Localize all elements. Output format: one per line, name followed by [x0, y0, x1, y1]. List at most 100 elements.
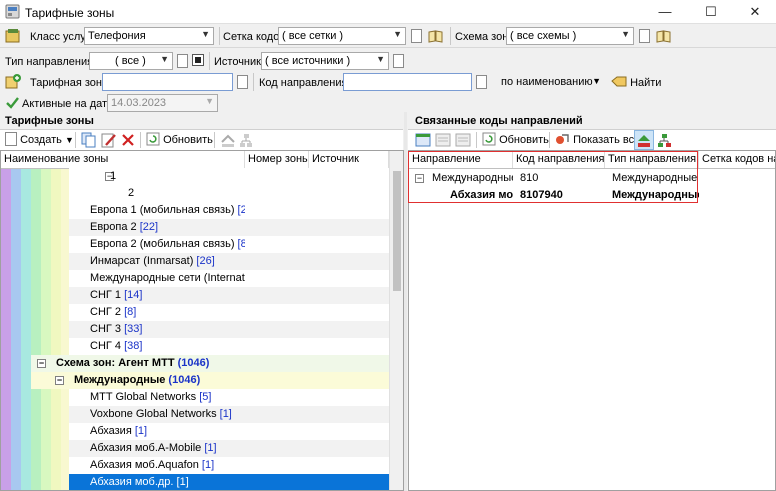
show-all-button[interactable]: Показать все: [555, 132, 640, 149]
tree-row[interactable]: Voxbone Global Networks [1]: [69, 406, 389, 423]
create-button[interactable]: Создать ▼: [5, 132, 74, 149]
document-icon[interactable]: [177, 54, 188, 68]
search-mode-dropdown[interactable]: по наименованию ▼: [496, 73, 604, 91]
tree-group-row[interactable]: − Схема зон: Агент МТТ (1046): [31, 355, 389, 372]
minimize-button[interactable]: —: [642, 0, 688, 24]
delete-icon[interactable]: [121, 133, 135, 147]
zone-count[interactable]: [33]: [121, 323, 142, 335]
find-button[interactable]: Найти: [609, 73, 662, 91]
search-mode-value: по наименованию: [501, 76, 593, 88]
book-icon[interactable]: [656, 29, 672, 43]
tree-row[interactable]: СНГ 1 [14]: [69, 287, 389, 304]
zone-count[interactable]: [38]: [121, 340, 142, 352]
right-refresh-button[interactable]: Обновить: [482, 132, 549, 149]
close-button[interactable]: ✕: [732, 0, 776, 24]
hierarchy-icon[interactable]: [239, 133, 253, 148]
zone-name: СНГ 1: [90, 289, 122, 301]
find-label: Найти: [630, 77, 662, 89]
zone-count[interactable]: [22]: [137, 221, 158, 233]
tree-row[interactable]: 2: [69, 185, 389, 202]
tree-row[interactable]: СНГ 3 [33]: [69, 321, 389, 338]
source-combo[interactable]: ( все источники ) ▼: [261, 52, 389, 70]
document-icon[interactable]: [411, 29, 422, 43]
tree-row[interactable]: Инмарсат (Inmarsat) [26]: [69, 253, 389, 270]
tree-row[interactable]: Абхазия [1]: [69, 423, 389, 440]
zone-name-cell: Абхазия [1]: [87, 423, 245, 440]
add-code-icon[interactable]: [415, 133, 431, 147]
tree-row[interactable]: MTT Global Networks [5]: [69, 389, 389, 406]
tree-row[interactable]: Европа 2 (мобильная связь) [83]: [69, 236, 389, 253]
chevron-down-icon: ▼: [201, 29, 210, 39]
move-up-icon[interactable]: [220, 133, 236, 148]
zone-scheme-combo[interactable]: ( все схемы ) ▼: [506, 27, 634, 45]
document-icon[interactable]: [393, 54, 404, 68]
tree-row[interactable]: Европа 1 (мобильная связь) [261]: [69, 202, 389, 219]
collapse-icon[interactable]: −: [37, 359, 46, 368]
panel-splitter[interactable]: [404, 112, 407, 491]
tree-row[interactable]: Абхазия моб.А-Mobile [1]: [69, 440, 389, 457]
zone-count[interactable]: [1]: [199, 459, 214, 471]
vertical-scrollbar[interactable]: [389, 151, 403, 490]
tree-structure-icon[interactable]: [657, 133, 672, 148]
zone-count[interactable]: [5]: [196, 391, 211, 403]
document-icon[interactable]: [476, 75, 487, 89]
code-grid-value: ( все сетки ): [282, 30, 344, 42]
column-header-number[interactable]: Номер зоны: [245, 151, 309, 168]
zone-name: Абхазия: [90, 425, 132, 437]
collapse-icon[interactable]: −: [55, 376, 64, 385]
delete-code-icon[interactable]: [455, 133, 471, 147]
zone-count[interactable]: (1046): [175, 357, 210, 369]
tariff-zone-input[interactable]: [102, 73, 233, 91]
column-header-code-grid[interactable]: Сетка кодов нап: [699, 151, 775, 168]
tree-row[interactable]: Международные сети (Internati...: [69, 270, 389, 287]
zone-name: Voxbone Global Networks: [90, 408, 217, 420]
zone-name-cell: Международные (1046): [71, 372, 245, 389]
tree-row[interactable]: Европа 2 [22]: [69, 219, 389, 236]
edit-code-icon[interactable]: [435, 133, 451, 147]
zone-count[interactable]: [14]: [121, 289, 142, 301]
zone-count[interactable]: [26]: [193, 255, 214, 267]
column-header-source[interactable]: Источник: [309, 151, 389, 168]
tree-row[interactable]: −1: [69, 168, 389, 185]
direction-type-combo[interactable]: ( все ) ▼: [89, 52, 173, 70]
tree-row[interactable]: Абхазия моб.др. [1]: [69, 474, 389, 490]
document-icon[interactable]: [237, 75, 248, 89]
tree-row[interactable]: СНГ 4 [38]: [69, 338, 389, 355]
zone-name: Инмарсат (Inmarsat): [90, 255, 194, 267]
stop-button[interactable]: [192, 54, 204, 66]
zone-count[interactable]: [8]: [121, 306, 136, 318]
chevron-down-icon: ▼: [64, 135, 74, 145]
zone-count[interactable]: [83]: [234, 238, 245, 250]
chevron-down-icon: ▼: [376, 54, 385, 64]
book-icon[interactable]: [428, 29, 444, 43]
tariff-zones-grid[interactable]: Наименование зоны Номер зоны Источник −1…: [0, 150, 404, 491]
zone-count[interactable]: [1]: [217, 408, 232, 420]
tree-row[interactable]: Абхазия моб.Aquafon [1]: [69, 457, 389, 474]
column-header-name[interactable]: Наименование зоны: [1, 151, 245, 168]
zone-name-cell: СНГ 2 [8]: [87, 304, 245, 321]
active-date-picker[interactable]: 14.03.2023 ▼: [107, 94, 218, 112]
zone-count[interactable]: [1]: [132, 425, 147, 437]
zone-name: Абхазия моб.А-Mobile: [90, 442, 202, 454]
stop-icon: [195, 57, 201, 63]
zone-count[interactable]: [1]: [173, 476, 189, 488]
left-refresh-button[interactable]: Обновить: [146, 132, 213, 149]
document-icon[interactable]: [639, 29, 650, 43]
tree-group-row[interactable]: − Международные (1046): [31, 372, 389, 389]
scrollbar-thumb[interactable]: [393, 171, 401, 291]
expand-tree-button[interactable]: [634, 130, 654, 150]
direction-type-value: ( все ): [115, 55, 146, 67]
service-class-combo[interactable]: Телефония ▼: [84, 27, 214, 45]
zone-count[interactable]: [1]: [201, 442, 216, 454]
direction-code-input[interactable]: [343, 73, 472, 91]
zone-count[interactable]: [261]: [234, 204, 245, 216]
tariff-zone-label: Тарифная зона:: [30, 77, 112, 89]
toolbar-separator: [549, 132, 550, 148]
zone-count[interactable]: (1046): [165, 374, 200, 386]
edit-icon[interactable]: [101, 132, 117, 148]
copy-icon[interactable]: [81, 132, 97, 148]
show-all-icon: [556, 134, 569, 144]
maximize-button[interactable]: ☐: [688, 0, 734, 24]
tree-row[interactable]: СНГ 2 [8]: [69, 304, 389, 321]
code-grid-combo[interactable]: ( все сетки ) ▼: [278, 27, 406, 45]
